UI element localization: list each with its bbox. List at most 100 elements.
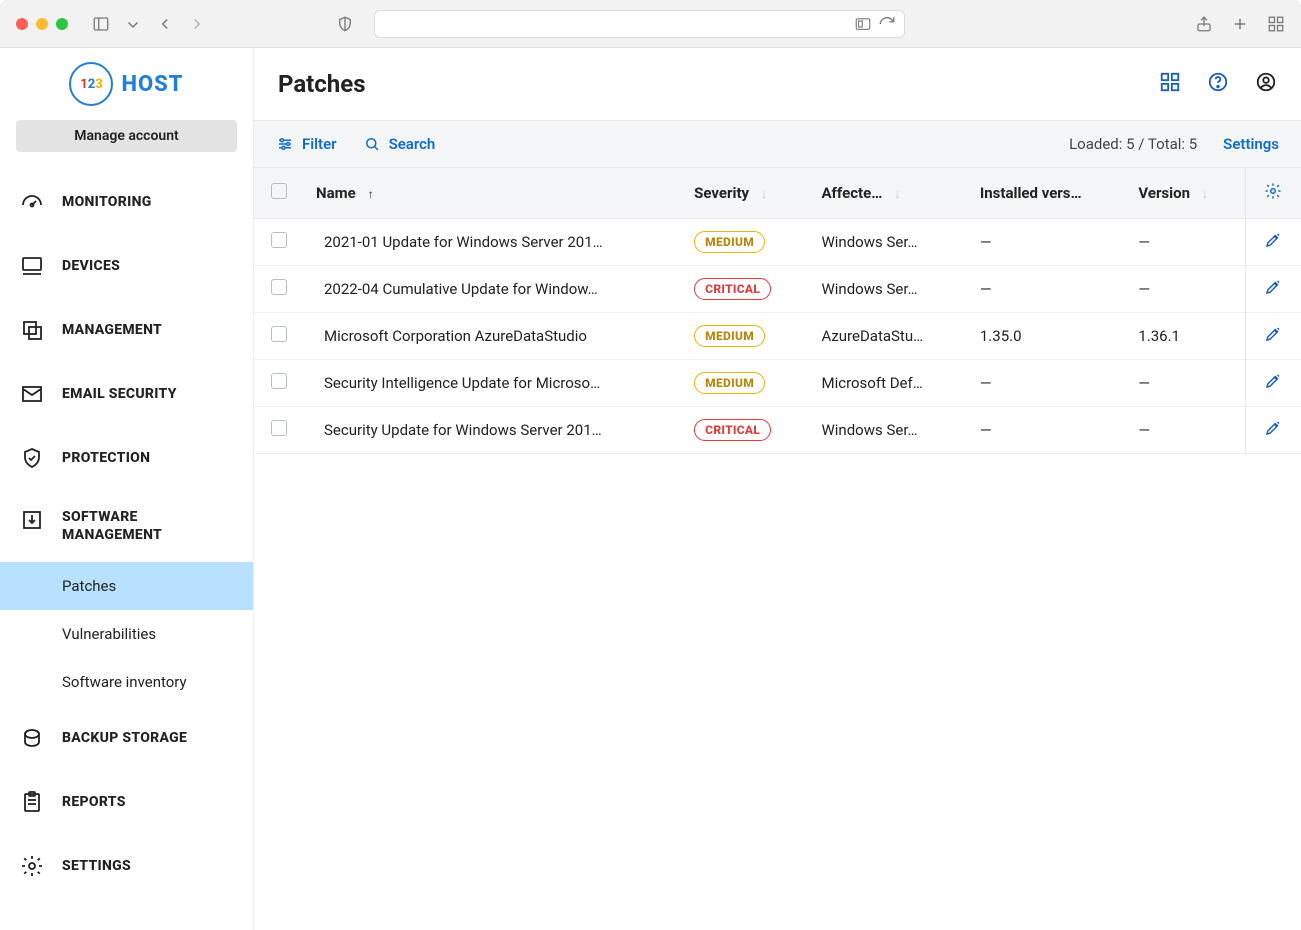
privacy-shield-icon[interactable]	[336, 15, 354, 33]
row-name: 2022-04 Cumulative Update for Window…	[304, 266, 682, 313]
download-box-icon	[18, 508, 46, 532]
gear-icon	[18, 854, 46, 878]
row-checkbox[interactable]	[254, 313, 304, 360]
maximize-window-button[interactable]	[56, 18, 68, 30]
forward-icon[interactable]	[188, 15, 206, 33]
reader-icon[interactable]	[854, 15, 872, 33]
table: Name ↑ Severity ↓ Affecte… ↓ Installed v…	[254, 168, 1301, 930]
shield-check-icon	[18, 446, 46, 470]
row-action-button[interactable]	[1245, 407, 1301, 454]
browser-chrome	[0, 0, 1301, 48]
column-severity[interactable]: Severity ↓	[682, 168, 809, 219]
row-name: 2021-01 Update for Windows Server 201…	[304, 219, 682, 266]
sidebar-item-label: PROTECTION	[62, 450, 150, 466]
row-affected: Windows Ser…	[809, 266, 967, 313]
row-severity: MEDIUM	[682, 219, 809, 266]
minimize-window-button[interactable]	[36, 18, 48, 30]
sidebar-item-email-security[interactable]: EMAIL SECURITY	[0, 362, 253, 426]
sidebar-item-software-management[interactable]: SOFTWARE MANAGEMENT	[0, 490, 253, 562]
sidebar-item-protection[interactable]: PROTECTION	[0, 426, 253, 490]
sidebar-sub-software-inventory[interactable]: Software inventory	[0, 658, 253, 706]
tabs-overview-icon[interactable]	[1267, 15, 1285, 33]
sidebar-item-reports[interactable]: REPORTS	[0, 770, 253, 834]
row-checkbox[interactable]	[254, 407, 304, 454]
sidebar-item-management[interactable]: MANAGEMENT	[0, 298, 253, 362]
row-action-button[interactable]	[1245, 219, 1301, 266]
sidebar-item-devices[interactable]: DEVICES	[0, 234, 253, 298]
row-installed: —	[968, 407, 1126, 454]
filter-button[interactable]: Filter	[276, 135, 337, 153]
sidebar: 123 HOST Manage account MONITORING DEVIC…	[0, 48, 254, 930]
table-row[interactable]: Security Update for Windows Server 201…C…	[254, 407, 1301, 454]
column-affected[interactable]: Affecte… ↓	[809, 168, 967, 219]
sidebar-item-label: MANAGEMENT	[62, 322, 162, 338]
row-action-button[interactable]	[1245, 266, 1301, 313]
sidebar-sub-vulnerabilities[interactable]: Vulnerabilities	[0, 610, 253, 658]
row-version: —	[1126, 360, 1245, 407]
row-severity: MEDIUM	[682, 360, 809, 407]
table-row[interactable]: Microsoft Corporation AzureDataStudioMED…	[254, 313, 1301, 360]
row-checkbox[interactable]	[254, 219, 304, 266]
sidebar-item-label: DEVICES	[62, 258, 120, 274]
toolbar: Filter Search Loaded: 5 / Total: 5 Setti…	[254, 120, 1301, 168]
monitor-icon	[18, 254, 46, 278]
manage-account-button[interactable]: Manage account	[16, 120, 237, 152]
gauge-icon	[18, 190, 46, 214]
row-name: Security Intelligence Update for Microso…	[304, 360, 682, 407]
help-icon[interactable]	[1207, 71, 1229, 97]
row-version: —	[1126, 219, 1245, 266]
select-all-checkbox[interactable]	[254, 168, 304, 219]
share-icon[interactable]	[1195, 15, 1213, 33]
sidebar-item-label: MONITORING	[62, 194, 152, 210]
row-checkbox[interactable]	[254, 360, 304, 407]
mail-icon	[18, 382, 46, 406]
sidebar-item-backup-storage[interactable]: BACKUP STORAGE	[0, 706, 253, 770]
row-name: Microsoft Corporation AzureDataStudio	[304, 313, 682, 360]
sidebar-item-monitoring[interactable]: MONITORING	[0, 170, 253, 234]
row-affected: AzureDataStu…	[809, 313, 967, 360]
sidebar-toggle-icon[interactable]	[92, 15, 110, 33]
sidebar-item-settings[interactable]: SETTINGS	[0, 834, 253, 898]
logo-text: HOST	[121, 72, 183, 97]
disk-icon	[18, 726, 46, 750]
close-window-button[interactable]	[16, 18, 28, 30]
new-tab-icon[interactable]	[1231, 15, 1249, 33]
row-installed: —	[968, 219, 1126, 266]
sidebar-item-label: REPORTS	[62, 794, 126, 810]
column-installed[interactable]: Installed vers…	[968, 168, 1126, 219]
table-row[interactable]: Security Intelligence Update for Microso…	[254, 360, 1301, 407]
column-version[interactable]: Version ↓	[1126, 168, 1245, 219]
row-installed: 1.35.0	[968, 313, 1126, 360]
logo[interactable]: 123 HOST	[0, 48, 253, 120]
search-label: Search	[389, 135, 436, 153]
settings-link[interactable]: Settings	[1223, 135, 1279, 153]
column-name[interactable]: Name ↑	[304, 168, 682, 219]
sidebar-sub-patches[interactable]: Patches	[0, 562, 253, 610]
row-installed: —	[968, 266, 1126, 313]
main-content: Patches Filter Search Loaded: 5 / Total:…	[254, 48, 1301, 930]
row-severity: CRITICAL	[682, 407, 809, 454]
counts-text: Loaded: 5 / Total: 5	[1069, 135, 1197, 153]
row-version: —	[1126, 266, 1245, 313]
sidebar-item-label: EMAIL SECURITY	[62, 386, 177, 402]
reload-icon[interactable]	[878, 15, 896, 33]
column-settings[interactable]	[1245, 168, 1301, 219]
account-icon[interactable]	[1255, 71, 1277, 97]
apps-icon[interactable]	[1159, 71, 1181, 97]
row-action-button[interactable]	[1245, 360, 1301, 407]
page-title: Patches	[278, 70, 366, 98]
chevron-down-icon[interactable]	[124, 15, 142, 33]
table-row[interactable]: 2021-01 Update for Windows Server 201…ME…	[254, 219, 1301, 266]
search-button[interactable]: Search	[363, 135, 436, 153]
table-row[interactable]: 2022-04 Cumulative Update for Window…CRI…	[254, 266, 1301, 313]
row-action-button[interactable]	[1245, 313, 1301, 360]
row-checkbox[interactable]	[254, 266, 304, 313]
filter-label: Filter	[302, 135, 337, 153]
back-icon[interactable]	[156, 15, 174, 33]
row-affected: Microsoft Def…	[809, 360, 967, 407]
row-severity: MEDIUM	[682, 313, 809, 360]
row-installed: —	[968, 360, 1126, 407]
row-name: Security Update for Windows Server 201…	[304, 407, 682, 454]
sidebar-item-label: SETTINGS	[62, 858, 131, 874]
url-bar[interactable]	[374, 10, 905, 38]
